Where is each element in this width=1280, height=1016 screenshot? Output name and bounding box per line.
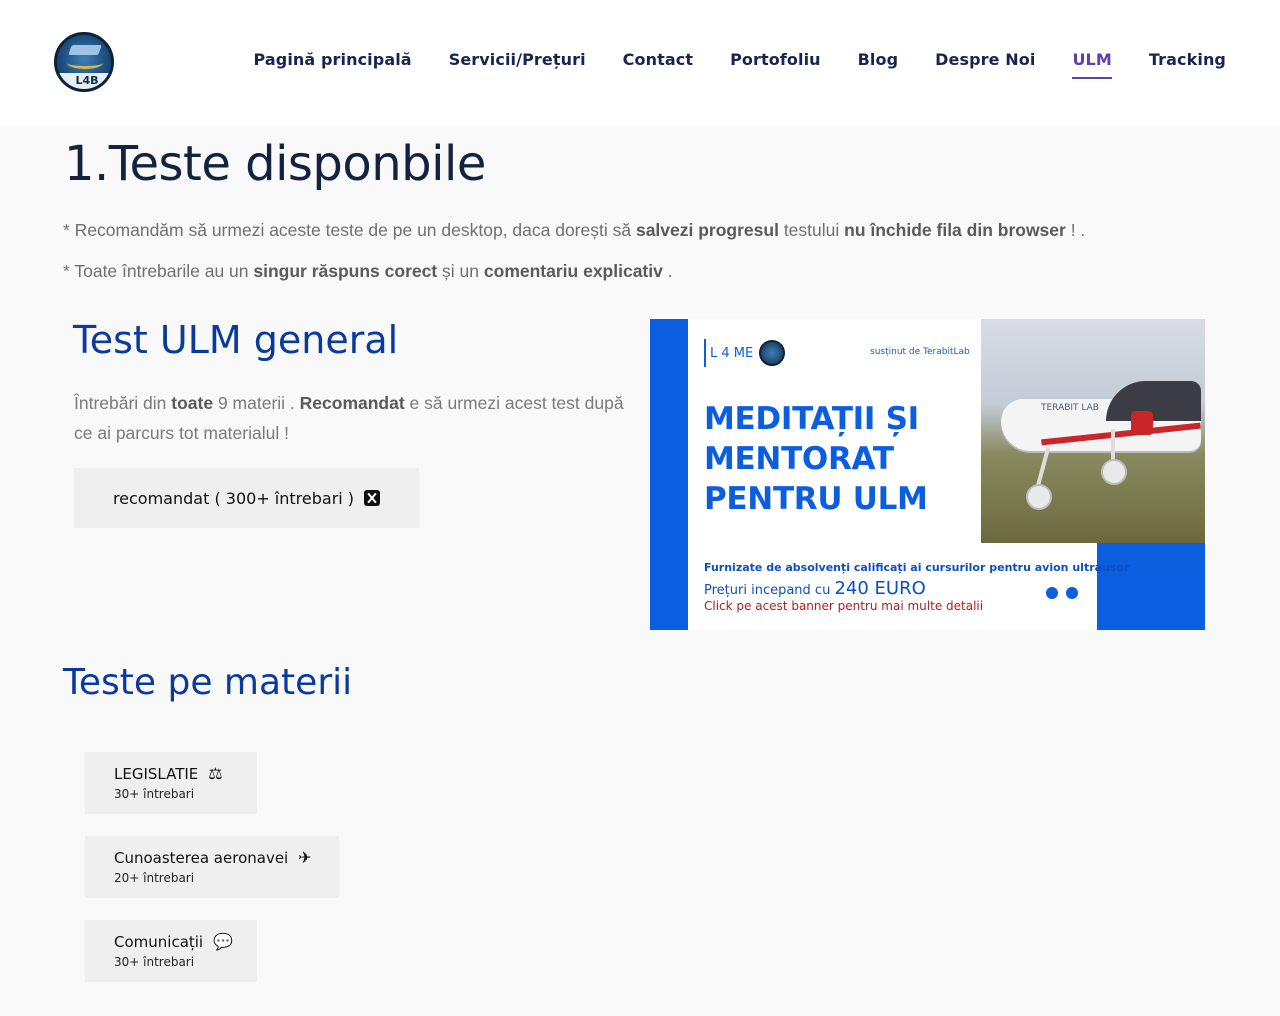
nav-item-blog[interactable]: Blog	[858, 50, 899, 69]
banner-logo-icon	[759, 340, 786, 366]
banner-social-icons	[1046, 587, 1078, 599]
subject-label: Comunicații	[114, 932, 204, 951]
general-test-description: Întrebări din toate 9 materii . Recomand…	[74, 393, 624, 443]
subject-label: Cunoasterea aeronavei	[114, 848, 289, 867]
general-test-button-label: recomandat ( 300+ întrebari )	[112, 488, 355, 508]
site-header: L4B Pagină principală Servicii/Prețuri C…	[0, 0, 1280, 126]
nav-item-contact[interactable]: Contact	[623, 50, 693, 69]
nav-item-tracking[interactable]: Tracking	[1149, 50, 1226, 69]
nav-item-about[interactable]: Despre Noi	[935, 50, 1035, 69]
desktop-recommendation-note: * Recomandăm să urmezi aceste teste de p…	[63, 220, 1086, 240]
banner-price-text: Prețuri incepand cu 240 EURO	[704, 578, 926, 599]
subjects-section-title: Teste pe materii	[63, 662, 353, 703]
book-icon	[67, 57, 103, 69]
main-nav: Pagină principală Servicii/Prețuri Conta…	[253, 50, 1226, 79]
site-logo[interactable]: L4B	[54, 32, 114, 92]
nav-item-home[interactable]: Pagină principală	[253, 50, 411, 69]
x-square-icon	[364, 490, 381, 506]
subject-test-comunicatii[interactable]: Comunicații 💬 30+ întrebari	[85, 920, 257, 982]
banner-supported-text: susținut de TerabitLab	[870, 347, 970, 357]
scale-icon: ⚖	[208, 764, 223, 783]
general-test-button[interactable]: recomandat ( 300+ întrebari )	[74, 468, 419, 528]
banner-cta-text: Click pe acest banner pentru mai multe d…	[704, 599, 984, 613]
general-test-title: Test ULM general	[73, 318, 399, 362]
banner-logo-text: L 4 ME	[710, 345, 754, 361]
instagram-icon	[1066, 587, 1078, 599]
subject-count: 30+ întrebari	[114, 787, 195, 801]
airplane-icon: ✈	[298, 848, 312, 867]
nav-item-ulm[interactable]: ULM	[1072, 50, 1113, 79]
nav-item-portfolio[interactable]: Portofoliu	[730, 50, 821, 69]
plane-brand-text: TERABIT LAB	[1041, 403, 1099, 413]
ultralight-plane-photo: TERABIT LAB	[981, 319, 1205, 543]
logo-text: L4B	[57, 73, 111, 89]
subject-label: LEGISLATIE	[114, 764, 199, 783]
subject-count: 20+ întrebari	[114, 871, 195, 885]
subject-test-aeronava[interactable]: Cunoasterea aeronavei ✈ 20+ întrebari	[85, 836, 339, 898]
banner-blue-block	[1097, 543, 1205, 630]
page-title: 1.Teste disponbile	[64, 136, 486, 192]
banner-provider-text: Furnizate de absolvenți calificați ai cu…	[704, 561, 1130, 574]
banner-logo: L 4 ME	[704, 339, 786, 367]
banner-blue-stripe	[650, 319, 688, 630]
answers-note: * Toate întrebarile au un singur răspuns…	[63, 261, 673, 281]
chat-bubbles-icon: 💬	[213, 932, 234, 951]
graduation-cap-icon	[68, 45, 102, 55]
subject-test-legislatie[interactable]: LEGISLATIE ⚖ 30+ întrebari	[85, 752, 257, 814]
nav-item-services[interactable]: Servicii/Prețuri	[449, 50, 586, 69]
mentoring-banner[interactable]: TERABIT LAB L 4 ME susținut de TerabitLa…	[650, 319, 1205, 630]
facebook-icon	[1046, 587, 1058, 599]
banner-headline: MEDITAȚII ȘI MENTORAT PENTRU ULM	[704, 401, 928, 517]
subject-count: 30+ întrebari	[114, 955, 195, 969]
